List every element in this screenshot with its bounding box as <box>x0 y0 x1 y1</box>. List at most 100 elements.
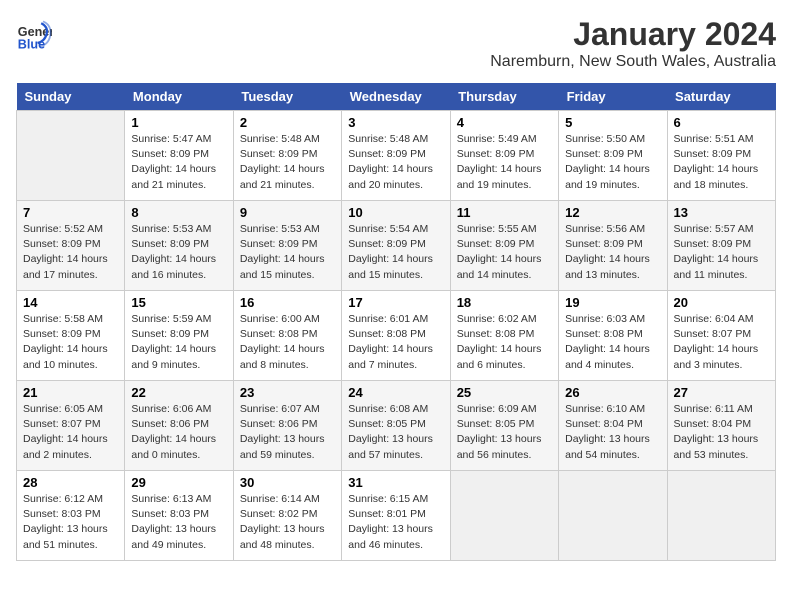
day-info: Sunrise: 5:52 AMSunset: 8:09 PMDaylight:… <box>23 222 118 283</box>
calendar-cell: 17Sunrise: 6:01 AMSunset: 8:08 PMDayligh… <box>342 291 450 381</box>
day-number: 3 <box>348 115 443 130</box>
calendar-cell: 5 Sunrise: 5:50 AMSunset: 8:09 PMDaylight… <box>559 111 667 201</box>
day-number: 22 <box>131 385 226 400</box>
calendar-cell: 1 Sunrise: 5:47 AMSunset: 8:09 PMDaylight… <box>125 111 233 201</box>
day-info: Sunrise: 6:12 AMSunset: 8:03 PMDaylight:… <box>23 492 118 553</box>
day-number: 28 <box>23 475 118 490</box>
day-info: Sunrise: 5:51 AMSunset: 8:09 PMDaylight:… <box>674 132 769 193</box>
day-info: Sunrise: 6:01 AMSunset: 8:08 PMDaylight:… <box>348 312 443 373</box>
calendar-cell: 13Sunrise: 5:57 AMSunset: 8:09 PMDayligh… <box>667 201 775 291</box>
calendar-header-row: SundayMondayTuesdayWednesdayThursdayFrid… <box>17 83 776 111</box>
calendar-cell: 22 Sunrise: 6:06 AMSunset: 8:06 PMDayligh… <box>125 381 233 471</box>
calendar-subtitle: Naremburn, New South Wales, Australia <box>490 53 776 71</box>
day-number: 1 <box>131 115 226 130</box>
day-info: Sunrise: 5:58 AMSunset: 8:09 PMDaylight:… <box>23 312 118 373</box>
logo: General Blue <box>16 16 52 52</box>
day-number: 15 <box>131 295 226 310</box>
day-info: Sunrise: 6:03 AMSunset: 8:08 PMDaylight:… <box>565 312 660 373</box>
day-info: Sunrise: 6:04 AMSunset: 8:07 PMDaylight:… <box>674 312 769 373</box>
day-info: Sunrise: 6:02 AMSunset: 8:08 PMDaylight:… <box>457 312 552 373</box>
calendar-cell: 16Sunrise: 6:00 AMSunset: 8:08 PMDayligh… <box>233 291 341 381</box>
page-header: General Blue January 2024 Naremburn, New… <box>16 16 776 71</box>
calendar-cell <box>450 471 558 561</box>
day-number: 14 <box>23 295 118 310</box>
calendar-cell: 15 Sunrise: 5:59 AMSunset: 8:09 PMDayligh… <box>125 291 233 381</box>
calendar-cell: 9 Sunrise: 5:53 AMSunset: 8:09 PMDaylight… <box>233 201 341 291</box>
calendar-cell: 10 Sunrise: 5:54 AMSunset: 8:09 PMDayligh… <box>342 201 450 291</box>
calendar-cell: 31 Sunrise: 6:15 AMSunset: 8:01 PMDayligh… <box>342 471 450 561</box>
day-number: 6 <box>674 115 769 130</box>
calendar-cell: 12 Sunrise: 5:56 AMSunset: 8:09 PMDayligh… <box>559 201 667 291</box>
day-number: 31 <box>348 475 443 490</box>
day-number: 21 <box>23 385 118 400</box>
col-header-tuesday: Tuesday <box>233 83 341 111</box>
col-header-thursday: Thursday <box>450 83 558 111</box>
calendar-cell: 23 Sunrise: 6:07 AMSunset: 8:06 PMDayligh… <box>233 381 341 471</box>
day-number: 25 <box>457 385 552 400</box>
day-info: Sunrise: 5:53 AMSunset: 8:09 PMDaylight:… <box>131 222 226 283</box>
day-info: Sunrise: 6:11 AMSunset: 8:04 PMDaylight:… <box>674 402 769 463</box>
title-block: January 2024 Naremburn, New South Wales,… <box>490 16 776 71</box>
calendar-week-row: 1 Sunrise: 5:47 AMSunset: 8:09 PMDaylight… <box>17 111 776 201</box>
calendar-cell: 29 Sunrise: 6:13 AMSunset: 8:03 PMDayligh… <box>125 471 233 561</box>
calendar-cell: 24Sunrise: 6:08 AMSunset: 8:05 PMDayligh… <box>342 381 450 471</box>
logo-icon: General Blue <box>16 16 52 52</box>
day-info: Sunrise: 6:08 AMSunset: 8:05 PMDaylight:… <box>348 402 443 463</box>
day-number: 9 <box>240 205 335 220</box>
day-number: 4 <box>457 115 552 130</box>
day-info: Sunrise: 5:50 AMSunset: 8:09 PMDaylight:… <box>565 132 660 193</box>
day-info: Sunrise: 6:05 AMSunset: 8:07 PMDaylight:… <box>23 402 118 463</box>
day-number: 29 <box>131 475 226 490</box>
day-number: 10 <box>348 205 443 220</box>
day-number: 13 <box>674 205 769 220</box>
day-number: 8 <box>131 205 226 220</box>
day-info: Sunrise: 6:15 AMSunset: 8:01 PMDaylight:… <box>348 492 443 553</box>
day-number: 11 <box>457 205 552 220</box>
col-header-friday: Friday <box>559 83 667 111</box>
day-info: Sunrise: 6:10 AMSunset: 8:04 PMDaylight:… <box>565 402 660 463</box>
calendar-week-row: 7 Sunrise: 5:52 AMSunset: 8:09 PMDaylight… <box>17 201 776 291</box>
day-info: Sunrise: 5:54 AMSunset: 8:09 PMDaylight:… <box>348 222 443 283</box>
day-number: 26 <box>565 385 660 400</box>
day-info: Sunrise: 5:53 AMSunset: 8:09 PMDaylight:… <box>240 222 335 283</box>
day-info: Sunrise: 6:13 AMSunset: 8:03 PMDaylight:… <box>131 492 226 553</box>
calendar-cell: 25 Sunrise: 6:09 AMSunset: 8:05 PMDayligh… <box>450 381 558 471</box>
day-info: Sunrise: 5:56 AMSunset: 8:09 PMDaylight:… <box>565 222 660 283</box>
day-info: Sunrise: 6:07 AMSunset: 8:06 PMDaylight:… <box>240 402 335 463</box>
calendar-cell: 21 Sunrise: 6:05 AMSunset: 8:07 PMDayligh… <box>17 381 125 471</box>
day-info: Sunrise: 6:06 AMSunset: 8:06 PMDaylight:… <box>131 402 226 463</box>
col-header-monday: Monday <box>125 83 233 111</box>
day-info: Sunrise: 5:59 AMSunset: 8:09 PMDaylight:… <box>131 312 226 373</box>
day-number: 30 <box>240 475 335 490</box>
calendar-cell <box>17 111 125 201</box>
day-number: 5 <box>565 115 660 130</box>
day-number: 27 <box>674 385 769 400</box>
calendar-cell: 20 Sunrise: 6:04 AMSunset: 8:07 PMDayligh… <box>667 291 775 381</box>
col-header-sunday: Sunday <box>17 83 125 111</box>
calendar-cell: 18Sunrise: 6:02 AMSunset: 8:08 PMDayligh… <box>450 291 558 381</box>
calendar-week-row: 21 Sunrise: 6:05 AMSunset: 8:07 PMDayligh… <box>17 381 776 471</box>
calendar-cell: 14 Sunrise: 5:58 AMSunset: 8:09 PMDayligh… <box>17 291 125 381</box>
day-number: 20 <box>674 295 769 310</box>
day-number: 23 <box>240 385 335 400</box>
day-number: 19 <box>565 295 660 310</box>
day-info: Sunrise: 5:47 AMSunset: 8:09 PMDaylight:… <box>131 132 226 193</box>
day-number: 12 <box>565 205 660 220</box>
calendar-cell: 2Sunrise: 5:48 AMSunset: 8:09 PMDaylight… <box>233 111 341 201</box>
calendar-week-row: 28 Sunrise: 6:12 AMSunset: 8:03 PMDayligh… <box>17 471 776 561</box>
day-info: Sunrise: 6:14 AMSunset: 8:02 PMDaylight:… <box>240 492 335 553</box>
calendar-cell: 11 Sunrise: 5:55 AMSunset: 8:09 PMDayligh… <box>450 201 558 291</box>
day-info: Sunrise: 5:48 AMSunset: 8:09 PMDaylight:… <box>348 132 443 193</box>
col-header-saturday: Saturday <box>667 83 775 111</box>
day-number: 7 <box>23 205 118 220</box>
day-info: Sunrise: 6:09 AMSunset: 8:05 PMDaylight:… <box>457 402 552 463</box>
svg-text:Blue: Blue <box>18 37 45 51</box>
calendar-cell: 26 Sunrise: 6:10 AMSunset: 8:04 PMDayligh… <box>559 381 667 471</box>
day-info: Sunrise: 5:48 AMSunset: 8:09 PMDaylight:… <box>240 132 335 193</box>
calendar-cell: 7 Sunrise: 5:52 AMSunset: 8:09 PMDaylight… <box>17 201 125 291</box>
day-info: Sunrise: 5:55 AMSunset: 8:09 PMDaylight:… <box>457 222 552 283</box>
calendar-cell: 19 Sunrise: 6:03 AMSunset: 8:08 PMDayligh… <box>559 291 667 381</box>
calendar-table: SundayMondayTuesdayWednesdayThursdayFrid… <box>16 83 776 561</box>
day-number: 16 <box>240 295 335 310</box>
calendar-cell <box>559 471 667 561</box>
